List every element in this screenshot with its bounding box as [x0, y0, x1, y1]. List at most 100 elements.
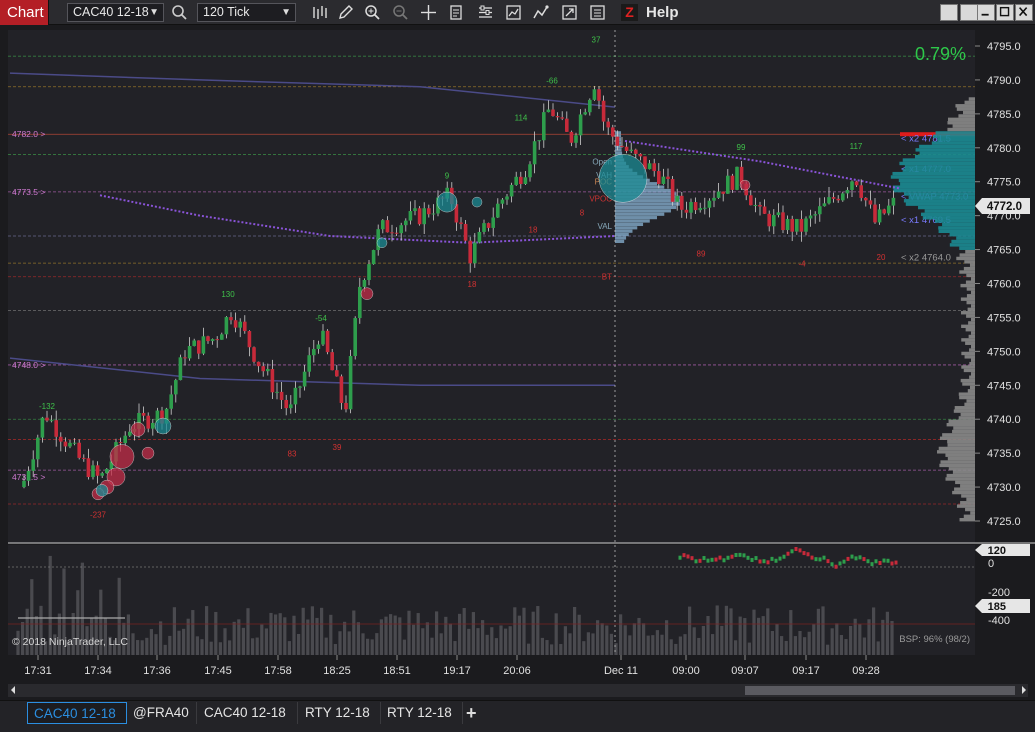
volume-bar [545, 640, 549, 655]
swing-high-label: -132 [39, 402, 56, 411]
strategies-icon[interactable] [504, 3, 523, 22]
maximize-button[interactable] [996, 4, 1014, 21]
candle-body [279, 391, 284, 400]
delta-bar [794, 547, 798, 551]
candle-body [95, 465, 100, 476]
candle-body [86, 458, 91, 478]
candle-body [233, 320, 238, 328]
volume-bar [683, 634, 687, 655]
tab-rty-2[interactable]: RTY 12-18 [381, 702, 463, 724]
volume-profile-bar [931, 141, 975, 145]
properties-icon[interactable] [476, 3, 495, 22]
candle-body [776, 212, 781, 216]
candle-body [565, 118, 569, 132]
volume-bar [228, 640, 232, 655]
candle-body [293, 387, 298, 405]
candle-body [169, 394, 173, 409]
delta-bar [706, 558, 710, 563]
help-menu[interactable]: Help [646, 4, 679, 21]
session-profile-bar [615, 236, 627, 240]
minimize-button[interactable] [977, 4, 995, 21]
volume-bar [370, 639, 374, 655]
tab-cac40-1[interactable]: CAC40 12-18 [27, 702, 127, 724]
zoom-in-icon[interactable] [363, 3, 382, 22]
templates-icon[interactable] [588, 3, 607, 22]
volume-bar [485, 634, 489, 655]
pencil-icon[interactable] [336, 3, 355, 22]
volume-profile-bar [947, 439, 975, 444]
candle-body [146, 415, 150, 429]
candle-body [762, 206, 767, 214]
tab-fra40[interactable]: @FRA40 [127, 702, 197, 724]
candle-body [238, 321, 242, 328]
volume-profile-bar [965, 249, 975, 254]
volume-bar [205, 606, 209, 655]
time-tick-label: 09:00 [672, 665, 700, 677]
time-tick-label: 18:51 [383, 665, 411, 677]
scrollbar-thumb[interactable] [745, 686, 1015, 695]
trade-bubble [376, 237, 388, 249]
zoom-out-icon[interactable] [391, 3, 410, 22]
volume-profile-bar [959, 253, 975, 257]
tab-rty-1[interactable]: RTY 12-18 [299, 702, 381, 724]
volume-bar [812, 624, 816, 655]
volume-profile-bar [962, 110, 975, 115]
volume-bar [435, 611, 439, 655]
volume-profile-bar [947, 117, 975, 122]
candle-body [624, 146, 629, 151]
volume-profile-bar [915, 148, 975, 152]
volume-profile-bar [969, 385, 975, 390]
volume-bar [25, 608, 29, 655]
attach-window-button[interactable] [940, 4, 958, 21]
volume-bar [609, 633, 613, 655]
candle-body [141, 412, 146, 416]
tile-window-button[interactable] [960, 4, 978, 21]
tab-cac40-2[interactable]: CAC40 12-18 [198, 702, 298, 724]
candle-body [394, 232, 399, 234]
price-panel [8, 30, 975, 543]
candle-body [302, 371, 307, 387]
volume-bar [333, 644, 337, 655]
bar-style-icon[interactable] [310, 3, 329, 22]
candle-body [197, 340, 201, 354]
close-button[interactable] [1015, 4, 1033, 21]
indicators-icon[interactable] [532, 3, 551, 22]
search-icon[interactable] [170, 3, 189, 22]
candle-body [698, 208, 702, 211]
candle-body [344, 402, 348, 410]
volume-bar [637, 617, 641, 655]
candle-body [721, 191, 725, 194]
instrument-selector[interactable]: CAC40 12-18 ▼ [67, 3, 164, 22]
volume-bar [297, 633, 301, 655]
right-annotation: < x2 4764.0 [901, 252, 951, 263]
chart-panel[interactable]: 4782.0 >4773.5 >4748.0 >4731.5 >< x2 478… [0, 26, 1035, 700]
share-icon[interactable] [560, 3, 579, 22]
volume-profile-bar [965, 341, 975, 345]
crosshair-icon[interactable] [419, 3, 438, 22]
z-logo-icon[interactable]: Z [621, 4, 638, 21]
delta-bar [862, 557, 866, 562]
candle-body [289, 404, 293, 409]
delta-bar [782, 554, 786, 559]
volume-bar [766, 608, 770, 655]
volume-bar [338, 631, 342, 655]
delta-bar [694, 559, 698, 564]
candle-body [371, 250, 376, 265]
volume-bar [481, 620, 485, 655]
volume-bar [246, 608, 250, 655]
last-price-value: 4772.0 [987, 201, 1022, 213]
session-profile-bar [615, 233, 629, 237]
candle-body [555, 116, 560, 118]
period-selector[interactable]: 120 Tick ▼ [197, 3, 296, 22]
candle-body [583, 112, 587, 115]
add-tab-button[interactable]: + [466, 703, 477, 724]
volume-bar [504, 628, 508, 655]
candle-body [652, 163, 656, 172]
volume-profile-bar [966, 399, 975, 403]
volume-bar [352, 610, 356, 655]
candle-body [45, 417, 49, 421]
volume-bar [600, 623, 604, 655]
data-box-icon[interactable] [447, 3, 466, 22]
volume-profile-bar [966, 287, 975, 291]
candle-body [463, 223, 468, 241]
